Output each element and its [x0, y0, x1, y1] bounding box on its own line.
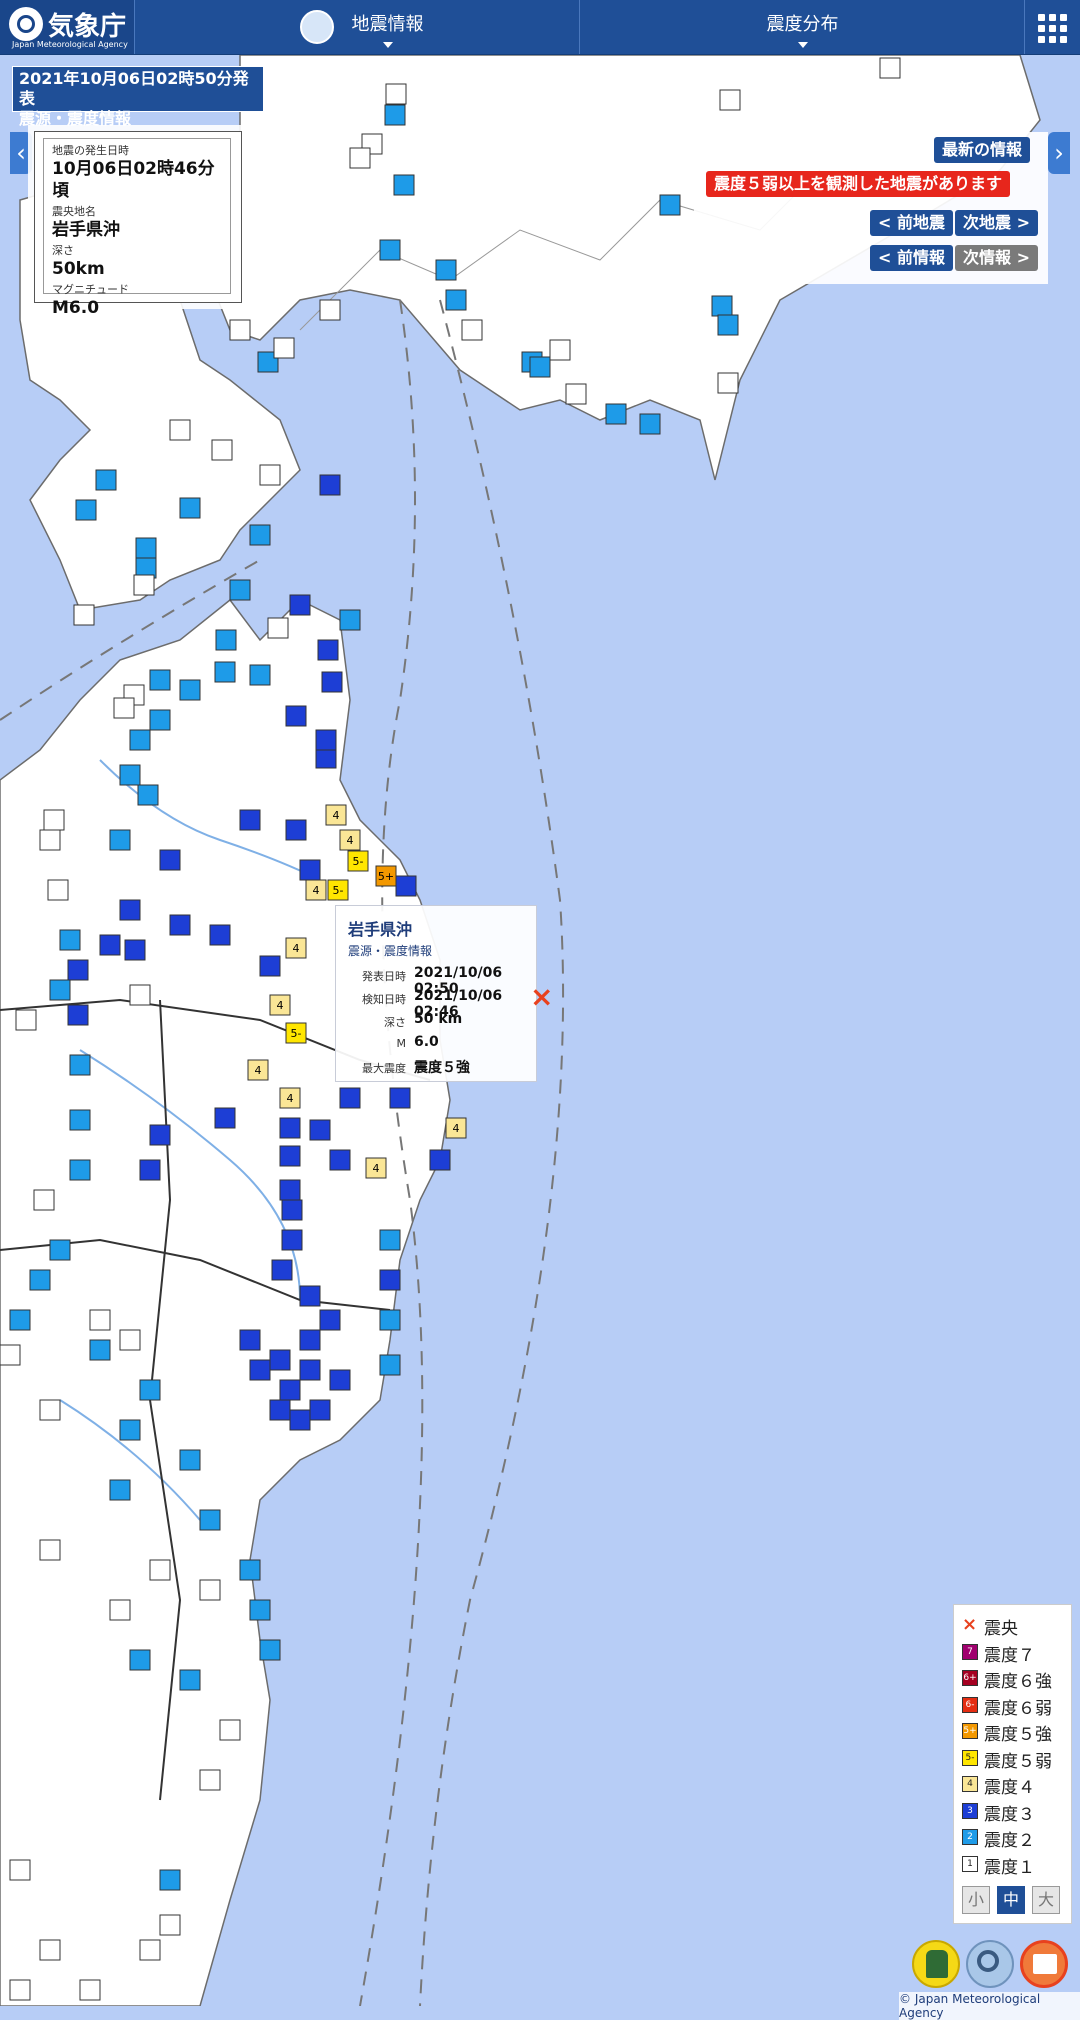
svg-text:4: 4 [347, 834, 354, 847]
svg-text:4: 4 [313, 884, 320, 897]
chevron-left-icon: ‹ [16, 139, 26, 167]
logo-title: 気象庁 [48, 12, 127, 42]
earthquake-info-icon [300, 10, 334, 44]
next-info-button[interactable]: 次情報 > [955, 245, 1038, 271]
intensity-swatch: 7 [962, 1643, 978, 1660]
tab-intensity-distribution[interactable]: 震度分布 [579, 0, 1025, 54]
intensity-swatch: 4 [962, 1776, 978, 1792]
strong-quake-alert[interactable]: 震度５弱以上を観測した地震があります [706, 171, 1011, 197]
svg-text:4: 4 [287, 1092, 294, 1105]
popup-published-label: 発表日時 [362, 970, 406, 983]
magnifier-icon [977, 1950, 999, 1972]
size-medium-button[interactable]: 中 [997, 1886, 1025, 1914]
intensity-swatch: 2 [962, 1829, 978, 1845]
app-menu-button[interactable] [1024, 0, 1080, 54]
popup-max-intensity-value: 震度５強 [414, 1060, 470, 1076]
chevron-down-icon [797, 42, 808, 48]
magnitude-label: マグニチュード [52, 283, 129, 296]
popup-depth-value: 50 km [414, 1011, 463, 1027]
epicenter-value: 岩手県沖 [52, 220, 120, 240]
popup-magnitude-value: 6.0 [414, 1034, 439, 1050]
panel-next-arrow[interactable]: › [1048, 132, 1070, 174]
legend-label: 震度４ [984, 1778, 1035, 1798]
svg-text:5-: 5- [333, 884, 344, 897]
size-small-button[interactable]: 小 [962, 1886, 990, 1914]
intensity-swatch: 6+ [962, 1670, 978, 1686]
legend-label: 震央 [984, 1619, 1018, 1639]
legend-label: 震度１ [984, 1857, 1035, 1878]
popup-detected-label: 検知日時 [362, 993, 406, 1006]
chevron-right-icon: › [1054, 139, 1064, 167]
intensity-legend: × 震央 7 震度７ 6+ 震度６強 6- 震度６弱 5+ 震度５強 5- 震度５弱 4 震度４ 3 震度３ 2… [953, 1604, 1072, 1924]
legend-label: 震度３ [984, 1804, 1035, 1825]
magnitude-value: M6.0 [52, 298, 100, 318]
legend-label: 震度６弱 [984, 1698, 1052, 1719]
tab-earthquake-info-label: 地震情報 [351, 14, 424, 35]
prev-earthquake-button[interactable]: < 前地震 [870, 210, 953, 236]
control-panel: 最新の情報 震度５弱以上を観測した地震があります < 前地震 次地震 > < 前… [694, 132, 1048, 284]
epicenter-marker-icon[interactable]: × [530, 980, 553, 1013]
legend-label: 震度５弱 [984, 1751, 1052, 1772]
help-guide-button[interactable] [912, 1940, 960, 1988]
legend-label: 震度７ [984, 1645, 1035, 1666]
popup-subtitle: 震源・震度情報 [348, 944, 433, 958]
depth-label: 深さ [52, 244, 74, 257]
latest-info-button[interactable]: 最新の情報 [934, 137, 1031, 163]
popup-magnitude-label: M [396, 1037, 407, 1050]
svg-text:4: 4 [255, 1064, 262, 1077]
epicenter-popup: 岩手県沖 震源・震度情報 発表日時 2021/10/06 02:50 検知日時 20… [335, 905, 537, 1082]
intensity-swatch: 6- [962, 1696, 978, 1713]
popup-depth-label: 深さ [384, 1016, 406, 1029]
intensity-swatch: 5- [962, 1749, 978, 1766]
issue-datetime: 2021年10月06日02時50分発表 [19, 69, 249, 108]
book-icon [1033, 1954, 1057, 1974]
epicenter-legend-icon: × [962, 1614, 978, 1635]
jma-emblem-icon [9, 7, 43, 41]
next-earthquake-button[interactable]: 次地震 > [955, 210, 1038, 236]
help-person-icon [926, 1950, 948, 1978]
svg-text:5-: 5- [291, 1027, 302, 1040]
legend-label: 震度２ [984, 1831, 1035, 1851]
info-book-button[interactable] [1020, 1940, 1068, 1988]
intensity-swatch: 3 [962, 1802, 978, 1819]
top-bar: 気象庁 Japan Meteorological Agency 地震情報 震度分… [0, 0, 1080, 55]
occurrence-value: 10月06日02時46分頃 [52, 159, 215, 201]
grid-menu-icon [1038, 14, 1045, 21]
popup-title: 岩手県沖 [348, 920, 413, 939]
size-large-button[interactable]: 大 [1032, 1886, 1060, 1914]
chevron-down-icon [382, 42, 393, 48]
legend-label: 震度６強 [984, 1672, 1052, 1692]
popup-max-intensity-label: 最大震度 [362, 1062, 406, 1075]
tab-intensity-label: 震度分布 [766, 14, 839, 35]
tab-earthquake-info[interactable]: 地震情報 [134, 0, 580, 54]
svg-text:4: 4 [293, 942, 300, 955]
prev-info-button[interactable]: < 前情報 [870, 245, 953, 271]
issue-stamp: 2021年10月06日02時50分発表 震源・震度情報 [12, 66, 264, 128]
svg-text:4: 4 [277, 999, 284, 1012]
svg-text:5+: 5+ [378, 870, 394, 883]
svg-text:4: 4 [453, 1122, 460, 1135]
copyright-text: © Japan Meteorological Agency [899, 1992, 1080, 2020]
epicenter-label: 震央地名 [52, 205, 96, 218]
issue-type: 震源・震度情報 [19, 109, 132, 128]
depth-value: 50km [52, 259, 105, 279]
more-search-button[interactable] [966, 1940, 1014, 1988]
jma-logo[interactable]: 気象庁 Japan Meteorological Agency [0, 0, 134, 54]
occurrence-label: 地震の発生日時 [52, 144, 129, 157]
svg-text:4: 4 [333, 809, 340, 822]
svg-text:5-: 5- [353, 855, 364, 868]
legend-label: 震度５強 [984, 1725, 1052, 1745]
logo-subtitle: Japan Meteorological Agency [12, 40, 128, 49]
intensity-swatch: 5+ [962, 1723, 978, 1739]
map[interactable]: 5+ 5- 5- 5- 4 4 4 4 4 4 4 4 4 [0, 55, 1080, 2006]
panel-prev-arrow[interactable]: ‹ [10, 132, 32, 174]
svg-text:4: 4 [373, 1162, 380, 1175]
earthquake-info-box: 地震の発生日時 10月06日02時46分頃 震央地名 岩手県沖 深さ 50km … [34, 131, 242, 318]
intensity-swatch: 1 [962, 1855, 978, 1872]
